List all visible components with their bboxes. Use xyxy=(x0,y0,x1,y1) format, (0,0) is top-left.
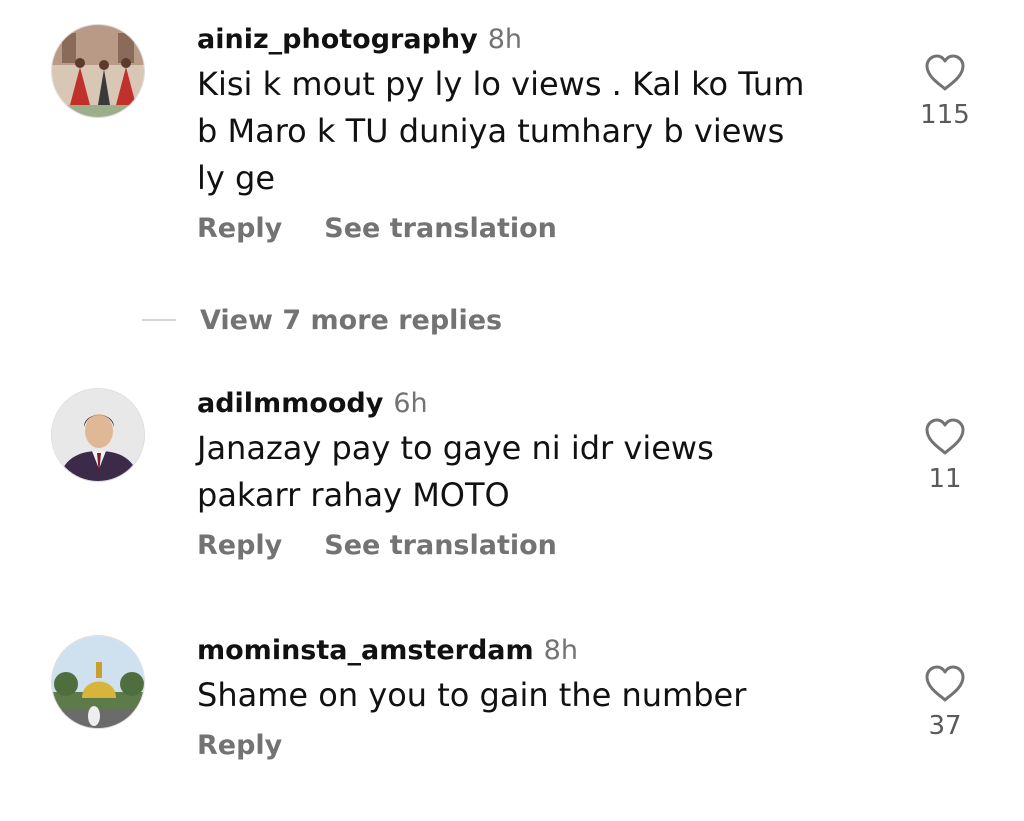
avatar-photo-bride-group xyxy=(52,25,144,117)
avatar[interactable] xyxy=(51,388,145,482)
timestamp: 6h xyxy=(393,388,428,419)
comment-body: ainiz_photography 8h Kisi k mout py ly l… xyxy=(197,24,837,248)
comment-body: adilmmoody 6h Janazay pay to gaye ni idr… xyxy=(197,388,837,565)
view-more-replies-label: View 7 more replies xyxy=(200,304,503,336)
avatar[interactable] xyxy=(51,635,145,729)
comment-header: mominsta_amsterdam 8h xyxy=(197,635,837,669)
avatar-photo-man-suit xyxy=(52,389,144,481)
avatar[interactable] xyxy=(51,24,145,118)
like-count: 115 xyxy=(920,100,970,130)
timestamp: 8h xyxy=(543,635,578,666)
comment-actions: Reply xyxy=(197,725,837,765)
comment-actions: Reply See translation xyxy=(197,525,837,565)
like-control: 115 xyxy=(900,54,990,130)
like-control: 11 xyxy=(900,418,990,494)
comment-header: adilmmoody 6h xyxy=(197,388,837,422)
reply-button[interactable]: Reply xyxy=(197,213,282,244)
heart-icon[interactable] xyxy=(924,665,966,703)
see-translation-button[interactable]: See translation xyxy=(324,213,557,244)
comment-text: Kisi k mout py ly lo views . Kal ko Tum … xyxy=(197,65,805,197)
avatar-photo-landmark xyxy=(52,636,144,728)
comment-header: ainiz_photography 8h xyxy=(197,24,837,58)
timestamp: 8h xyxy=(487,24,523,55)
comment-actions: Reply See translation xyxy=(197,208,837,248)
comment-text: Janazay pay to gaye ni idr views pakarr … xyxy=(197,429,714,514)
username[interactable]: mominsta_amsterdam xyxy=(197,635,534,666)
view-more-replies-button[interactable]: View 7 more replies xyxy=(142,302,502,338)
username[interactable]: adilmmoody xyxy=(197,388,383,419)
heart-icon[interactable] xyxy=(924,54,966,92)
divider-line xyxy=(142,319,176,321)
like-control: 37 xyxy=(900,665,990,741)
comment-body: mominsta_amsterdam 8h Shame on you to ga… xyxy=(197,635,837,765)
like-count: 11 xyxy=(928,464,962,494)
heart-icon[interactable] xyxy=(924,418,966,456)
see-translation-button[interactable]: See translation xyxy=(324,530,557,561)
like-count: 37 xyxy=(928,711,962,741)
reply-button[interactable]: Reply xyxy=(197,730,282,761)
reply-button[interactable]: Reply xyxy=(197,530,282,561)
username[interactable]: ainiz_photography xyxy=(197,24,478,55)
comment-text: Shame on you to gain the number xyxy=(197,676,747,714)
